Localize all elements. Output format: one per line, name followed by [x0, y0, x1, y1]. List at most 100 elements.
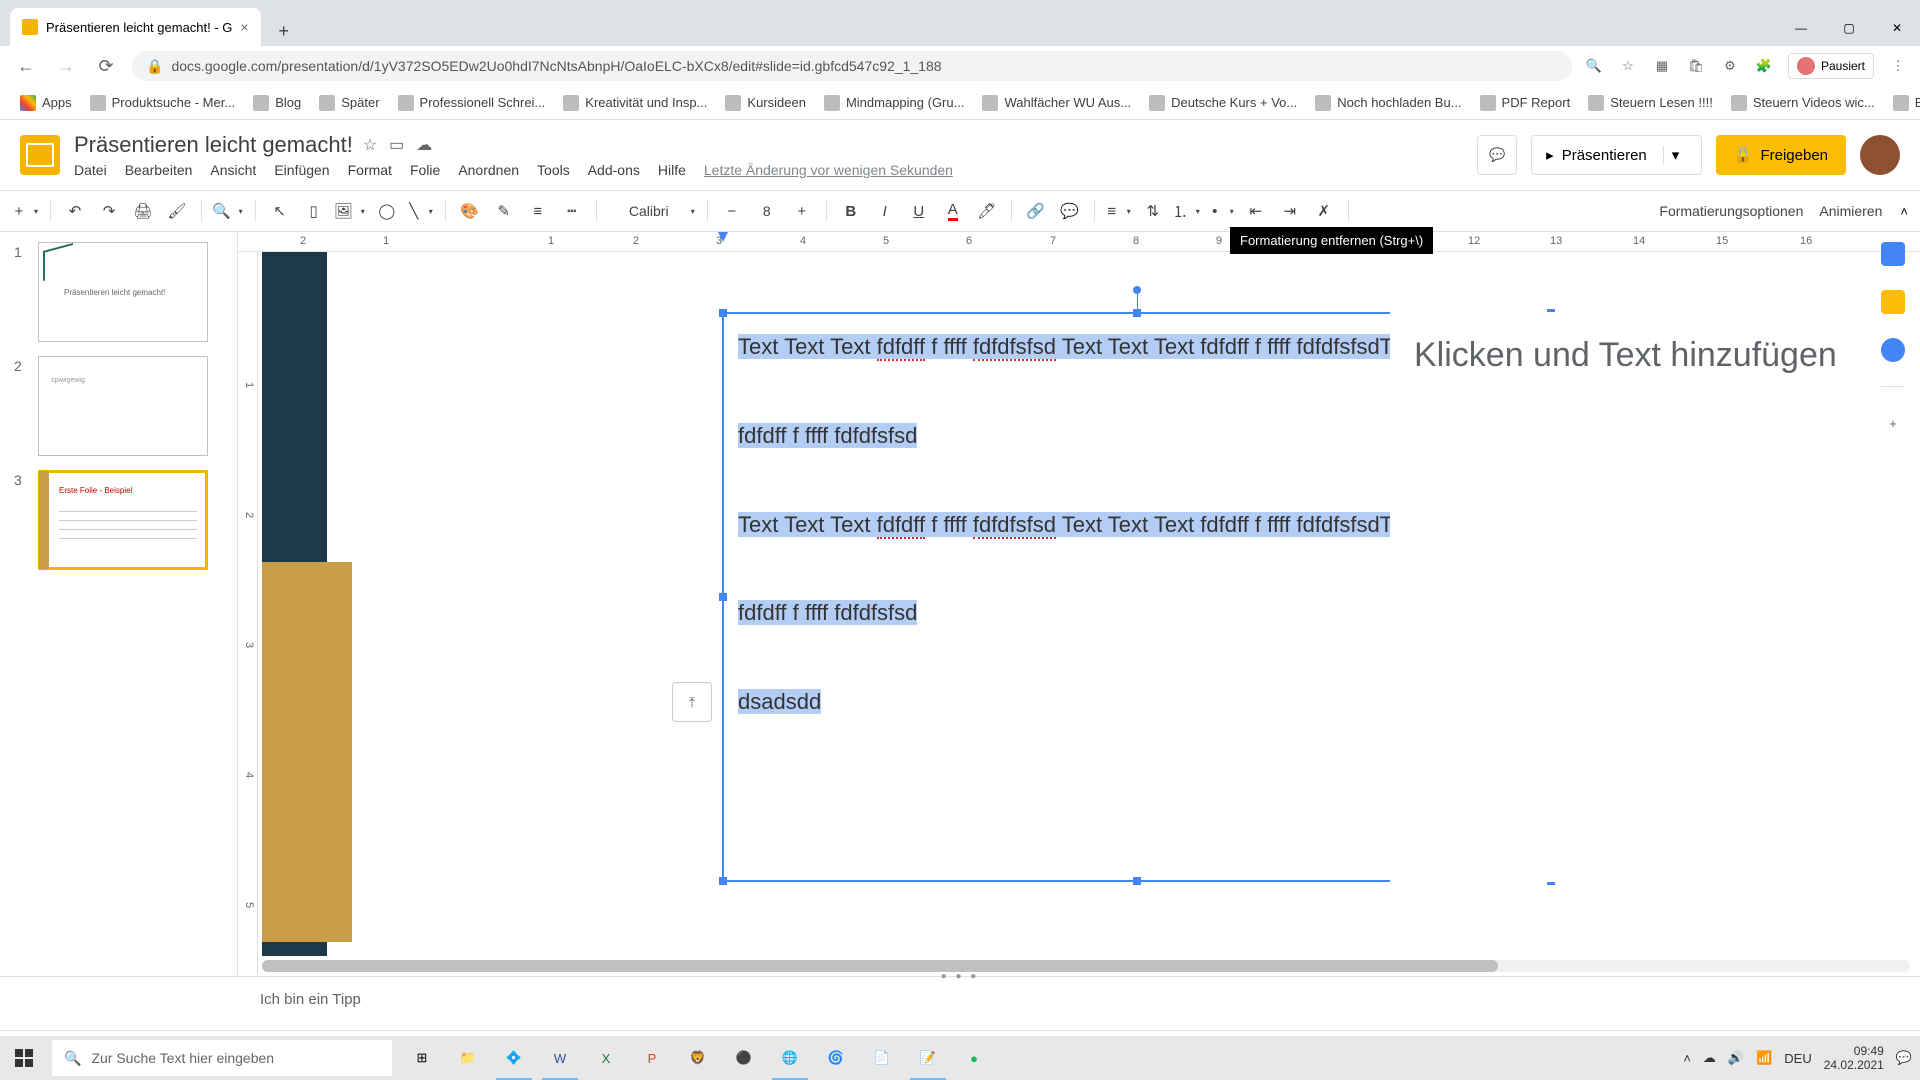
shape-tool[interactable]: ◯ — [373, 197, 401, 225]
last-edit-link[interactable]: Letzte Änderung vor wenigen Sekunden — [704, 162, 953, 178]
forward-button[interactable]: → — [52, 52, 80, 80]
font-selector[interactable]: Calibri — [607, 197, 697, 225]
link-button[interactable]: 🔗 — [1022, 197, 1050, 225]
document-title[interactable]: Präsentieren leicht gemacht! — [74, 132, 353, 158]
bookmark-item[interactable]: Steuern Lesen !!!! — [1582, 91, 1719, 115]
highlight-button[interactable]: 🖊 — [973, 197, 1001, 225]
menu-datei[interactable]: Datei — [74, 162, 107, 178]
menu-hilfe[interactable]: Hilfe — [658, 162, 686, 178]
menu-bearbeiten[interactable]: Bearbeiten — [125, 162, 193, 178]
tasks-icon[interactable] — [1881, 338, 1905, 362]
line-tool[interactable]: ╲ — [407, 197, 435, 225]
bold-button[interactable]: B — [837, 197, 865, 225]
task-view-icon[interactable]: ⊞ — [400, 1036, 444, 1080]
numbered-list-button[interactable]: ⒈ — [1173, 197, 1202, 225]
horizontal-ruler[interactable]: 2 1 1 2 3 4 5 6 7 8 9 12 13 14 15 16 — [238, 232, 1920, 252]
collapse-toolbar-icon[interactable]: ˄ — [1900, 204, 1908, 219]
menu-folie[interactable]: Folie — [410, 162, 440, 178]
resize-handle[interactable] — [719, 309, 727, 317]
menu-format[interactable]: Format — [348, 162, 392, 178]
minimize-button[interactable]: — — [1778, 10, 1824, 46]
slide-canvas[interactable]: Text Text Text fdfdff f ffff fdfdfsfsd T… — [262, 252, 1910, 956]
indent-decrease-button[interactable]: ⇤ — [1242, 197, 1270, 225]
close-window-button[interactable]: ✕ — [1874, 10, 1920, 46]
qr-icon[interactable]: ▦ — [1652, 56, 1672, 76]
keep-icon[interactable] — [1881, 290, 1905, 314]
excel-icon[interactable]: X — [584, 1036, 628, 1080]
italic-button[interactable]: I — [871, 197, 899, 225]
slide-thumbnail-1[interactable]: Präsentieren leicht gemacht! — [38, 242, 208, 342]
wifi-icon[interactable]: 📶 — [1756, 1050, 1772, 1066]
paint-format-button[interactable]: 🖌 — [163, 197, 191, 225]
start-button[interactable] — [0, 1036, 48, 1080]
extensions-icon[interactable]: 🧩 — [1754, 56, 1774, 76]
windows-search-input[interactable]: 🔍 Zur Suche Text hier eingeben — [52, 1040, 392, 1076]
tray-expand-icon[interactable]: ˄ — [1683, 1051, 1691, 1066]
underline-button[interactable]: U — [905, 197, 933, 225]
text-color-button[interactable]: A — [939, 197, 967, 225]
bookmark-item[interactable]: Wahlfächer WU Aus... — [976, 91, 1137, 115]
zoom-icon[interactable]: 🔍 — [1584, 56, 1604, 76]
menu-addons[interactable]: Add-ons — [588, 162, 640, 178]
print-button[interactable]: 🖨 — [129, 197, 157, 225]
share-button[interactable]: 🔒 Freigeben — [1716, 135, 1846, 175]
text-placeholder[interactable]: Klicken und Text hinzufügen — [1390, 312, 1900, 882]
align-indicator-icon[interactable]: ⤒ — [672, 682, 712, 722]
comments-button[interactable]: 💬 — [1477, 135, 1517, 175]
close-tab-icon[interactable]: × — [240, 19, 248, 35]
font-size-decrease[interactable]: − — [718, 197, 746, 225]
browser-tab[interactable]: Präsentieren leicht gemacht! - G × — [10, 8, 261, 46]
extension-badge-icon[interactable]: 🛍 — [1686, 56, 1706, 76]
url-input[interactable]: 🔒 docs.google.com/presentation/d/1yV372S… — [132, 51, 1572, 81]
fill-color-button[interactable]: 🎨 — [456, 197, 484, 225]
select-tool[interactable]: ↖ — [266, 197, 294, 225]
profile-paused-button[interactable]: Pausiert — [1788, 53, 1874, 79]
slide-thumbnail-3[interactable]: Erste Folie - Beispiel — [38, 470, 208, 570]
bookmark-item[interactable]: Produktsuche - Mer... — [84, 91, 242, 115]
move-icon[interactable]: ▭ — [389, 135, 404, 155]
bookmark-item[interactable]: Deutsche Kurs + Vo... — [1143, 91, 1303, 115]
menu-tools[interactable]: Tools — [537, 162, 570, 178]
indent-increase-button[interactable]: ⇥ — [1276, 197, 1304, 225]
resize-dots-icon[interactable]: ● ● ● — [941, 971, 980, 982]
notifications-icon[interactable]: 💬 — [1896, 1050, 1912, 1066]
resize-handle[interactable] — [719, 877, 727, 885]
new-tab-button[interactable]: + — [269, 16, 299, 46]
bookmark-item[interactable]: PDF Report — [1474, 91, 1577, 115]
line-spacing-button[interactable]: ⇅ — [1139, 197, 1167, 225]
calendar-icon[interactable] — [1881, 242, 1905, 266]
redo-button[interactable]: ↷ — [95, 197, 123, 225]
image-tool[interactable]: 🖼 — [334, 197, 367, 225]
menu-ansicht[interactable]: Ansicht — [210, 162, 256, 178]
slide-thumbnail-2[interactable]: spiwigewig — [38, 356, 208, 456]
chrome-icon[interactable]: 🌐 — [768, 1036, 812, 1080]
notepad-icon[interactable]: 📝 — [906, 1036, 950, 1080]
back-button[interactable]: ← — [12, 52, 40, 80]
comment-button[interactable]: 💬 — [1056, 197, 1084, 225]
maximize-button[interactable]: ▢ — [1826, 10, 1872, 46]
border-weight-button[interactable]: ≡ — [524, 197, 552, 225]
menu-einfuegen[interactable]: Einfügen — [274, 162, 329, 178]
settings-icon[interactable]: ⚙ — [1720, 56, 1740, 76]
vertical-ruler[interactable]: 1 2 3 4 5 — [238, 252, 258, 976]
resize-handle[interactable] — [1133, 309, 1141, 317]
edge-icon[interactable]: 🌀 — [814, 1036, 858, 1080]
bookmark-apps[interactable]: Apps — [14, 91, 78, 115]
taskbar-app-icon[interactable]: 📄 — [860, 1036, 904, 1080]
new-slide-button[interactable]: + — [12, 197, 40, 225]
horizontal-scrollbar[interactable] — [262, 960, 1910, 972]
present-dropdown-icon[interactable]: ▾ — [1663, 146, 1687, 164]
powerpoint-icon[interactable]: P — [630, 1036, 674, 1080]
bulleted-list-button[interactable]: • — [1208, 197, 1236, 225]
font-size-input[interactable]: 8 — [752, 197, 782, 225]
obs-icon[interactable]: ⚫ — [722, 1036, 766, 1080]
align-button[interactable]: ≡ — [1105, 197, 1133, 225]
file-explorer-icon[interactable]: 📁 — [446, 1036, 490, 1080]
language-indicator[interactable]: DEU — [1784, 1051, 1811, 1066]
border-color-button[interactable]: ✎ — [490, 197, 518, 225]
menu-icon[interactable]: ⋮ — [1888, 56, 1908, 76]
present-button[interactable]: ▸ Präsentieren ▾ — [1531, 135, 1702, 175]
resize-handle[interactable] — [719, 593, 727, 601]
reload-button[interactable]: ⟳ — [92, 52, 120, 80]
animate-button[interactable]: Animieren — [1819, 203, 1882, 219]
